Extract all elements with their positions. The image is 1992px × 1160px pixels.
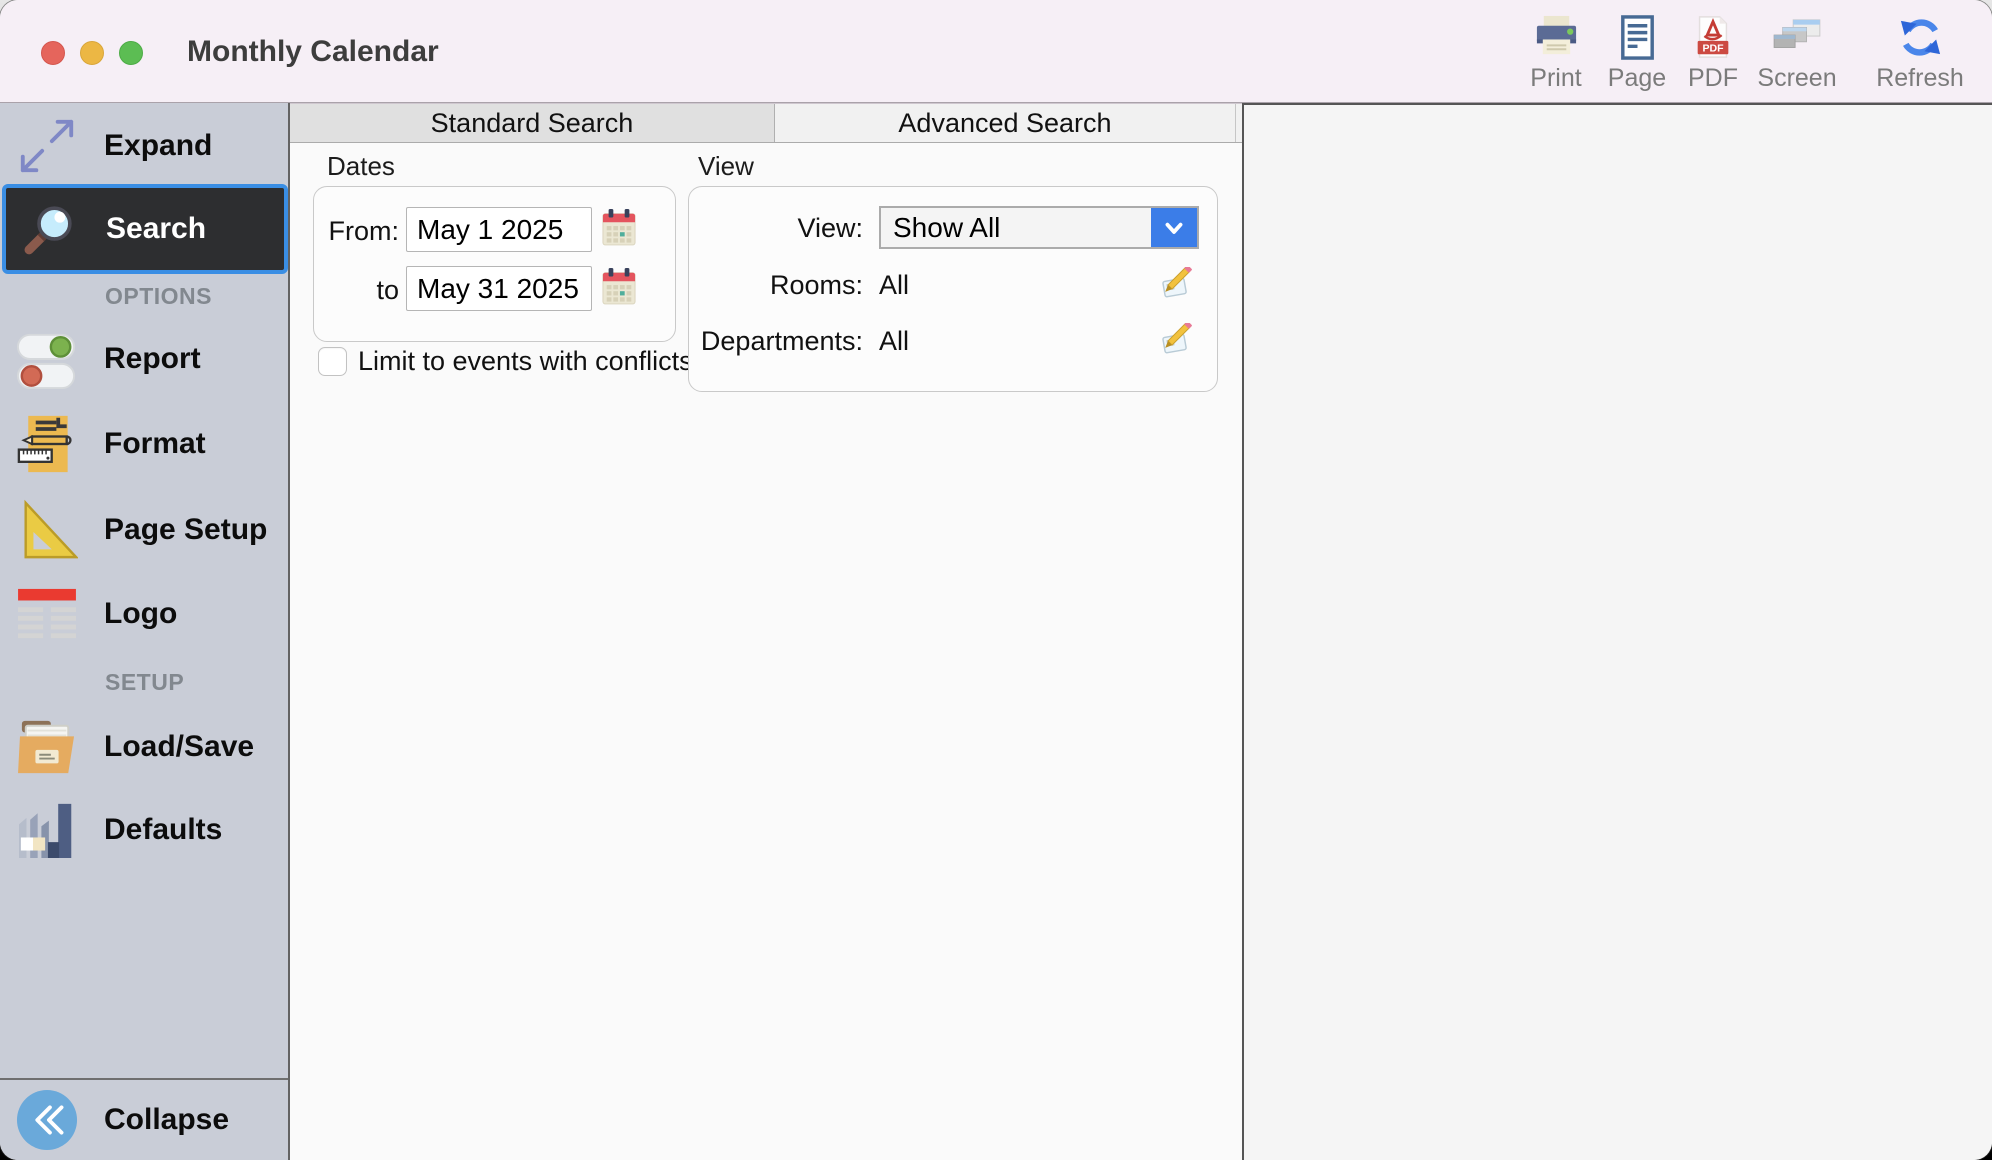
search-panel: Standard Search Advanced Search Dates Fr… bbox=[290, 103, 1242, 1160]
folder-icon bbox=[14, 719, 80, 775]
refresh-icon bbox=[1897, 12, 1944, 62]
edit-departments-icon[interactable] bbox=[1159, 323, 1192, 356]
sidebar-item-format[interactable]: Format bbox=[0, 408, 288, 480]
collapse-icon bbox=[14, 1089, 80, 1151]
tab-strip: Standard Search Advanced Search bbox=[290, 103, 1242, 143]
svg-text:PDF: PDF bbox=[1702, 42, 1724, 54]
view-dropdown-value: Show All bbox=[881, 212, 1151, 244]
from-date-input[interactable] bbox=[406, 207, 592, 252]
app-window: Monthly Calendar Print bbox=[0, 0, 1992, 1160]
zoom-window-button[interactable] bbox=[119, 41, 143, 65]
conflicts-checkbox-row: Limit to events with conflicts bbox=[318, 346, 693, 377]
sidebar-item-label: Logo bbox=[104, 597, 177, 631]
view-group-box: View: Show All Rooms: All bbox=[688, 186, 1218, 392]
format-icon bbox=[14, 414, 80, 474]
factory-icon bbox=[14, 802, 80, 858]
sidebar-section-options: OPTIONS bbox=[105, 283, 212, 310]
print-label: Print bbox=[1530, 64, 1581, 93]
search-icon bbox=[16, 200, 82, 258]
refresh-button[interactable]: Refresh bbox=[1870, 12, 1970, 93]
rooms-value: All bbox=[879, 270, 909, 301]
conflicts-checkbox-label: Limit to events with conflicts bbox=[358, 346, 693, 377]
departments-value: All bbox=[879, 326, 909, 357]
sidebar-item-label: Load/Save bbox=[104, 730, 254, 764]
preview-panel bbox=[1242, 103, 1992, 1160]
screen-button[interactable]: Screen bbox=[1747, 12, 1847, 93]
sidebar-item-label: Format bbox=[104, 427, 206, 461]
logo-icon bbox=[14, 587, 80, 641]
sidebar-item-load-save[interactable]: Load/Save bbox=[0, 710, 288, 784]
sidebar-item-label: Page Setup bbox=[104, 513, 267, 547]
search-form: Dates From: bbox=[290, 143, 1242, 1160]
view-dropdown[interactable]: Show All bbox=[879, 206, 1199, 249]
pdf-label: PDF bbox=[1688, 64, 1738, 93]
tab-advanced-search[interactable]: Advanced Search bbox=[775, 104, 1235, 142]
sidebar-item-search[interactable]: Search bbox=[2, 184, 288, 274]
to-calendar-picker-icon[interactable] bbox=[602, 267, 636, 305]
departments-row: Departments: All bbox=[689, 323, 1219, 359]
page-setup-triangle-icon bbox=[14, 499, 80, 561]
print-icon bbox=[1533, 12, 1580, 62]
sidebar-item-label: Search bbox=[106, 212, 206, 246]
sidebar-item-label: Expand bbox=[104, 129, 212, 163]
sidebar-item-collapse[interactable]: Collapse bbox=[0, 1078, 288, 1160]
dates-group-label: Dates bbox=[327, 151, 395, 182]
screen-label: Screen bbox=[1757, 64, 1836, 93]
tab-standard-search[interactable]: Standard Search bbox=[290, 104, 775, 142]
from-label: From: bbox=[314, 216, 399, 247]
sidebar-item-logo[interactable]: Logo bbox=[0, 580, 288, 648]
page-label: Page bbox=[1608, 64, 1666, 93]
screen-icon bbox=[1772, 12, 1822, 62]
sidebar-item-defaults[interactable]: Defaults bbox=[0, 793, 288, 867]
edit-rooms-icon[interactable] bbox=[1159, 267, 1192, 300]
rooms-label: Rooms: bbox=[689, 270, 863, 301]
sidebar-item-label: Collapse bbox=[104, 1103, 229, 1137]
view-label: View: bbox=[689, 213, 863, 244]
to-label: to bbox=[314, 275, 399, 306]
refresh-label: Refresh bbox=[1876, 64, 1964, 93]
conflicts-checkbox[interactable] bbox=[318, 347, 347, 376]
dates-group-box: From: bbox=[313, 186, 676, 342]
minimize-window-button[interactable] bbox=[80, 41, 104, 65]
close-window-button[interactable] bbox=[41, 41, 65, 65]
view-group-label: View bbox=[698, 151, 754, 182]
sidebar: Expand Search OPTIONS bbox=[0, 103, 290, 1160]
sidebar-item-expand[interactable]: Expand bbox=[0, 110, 288, 182]
expand-icon bbox=[14, 115, 80, 177]
from-calendar-picker-icon[interactable] bbox=[602, 208, 636, 246]
chevron-down-icon bbox=[1151, 208, 1197, 247]
sidebar-item-page-setup[interactable]: Page Setup bbox=[0, 493, 288, 567]
sidebar-item-label: Defaults bbox=[104, 813, 222, 847]
sidebar-item-label: Report bbox=[104, 342, 201, 376]
window-title: Monthly Calendar bbox=[187, 0, 439, 103]
tab-strip-filler bbox=[1235, 104, 1242, 142]
pdf-icon: PDF bbox=[1690, 12, 1736, 62]
titlebar: Monthly Calendar Print bbox=[0, 0, 1992, 103]
sidebar-item-report[interactable]: Report bbox=[0, 321, 288, 397]
report-toggles-icon bbox=[14, 327, 80, 391]
page-icon bbox=[1614, 12, 1661, 62]
departments-label: Departments: bbox=[689, 326, 863, 357]
rooms-row: Rooms: All bbox=[689, 267, 1219, 303]
view-row: View: Show All bbox=[689, 206, 1219, 249]
to-date-input[interactable] bbox=[406, 266, 592, 311]
sidebar-section-setup: SETUP bbox=[105, 669, 184, 696]
